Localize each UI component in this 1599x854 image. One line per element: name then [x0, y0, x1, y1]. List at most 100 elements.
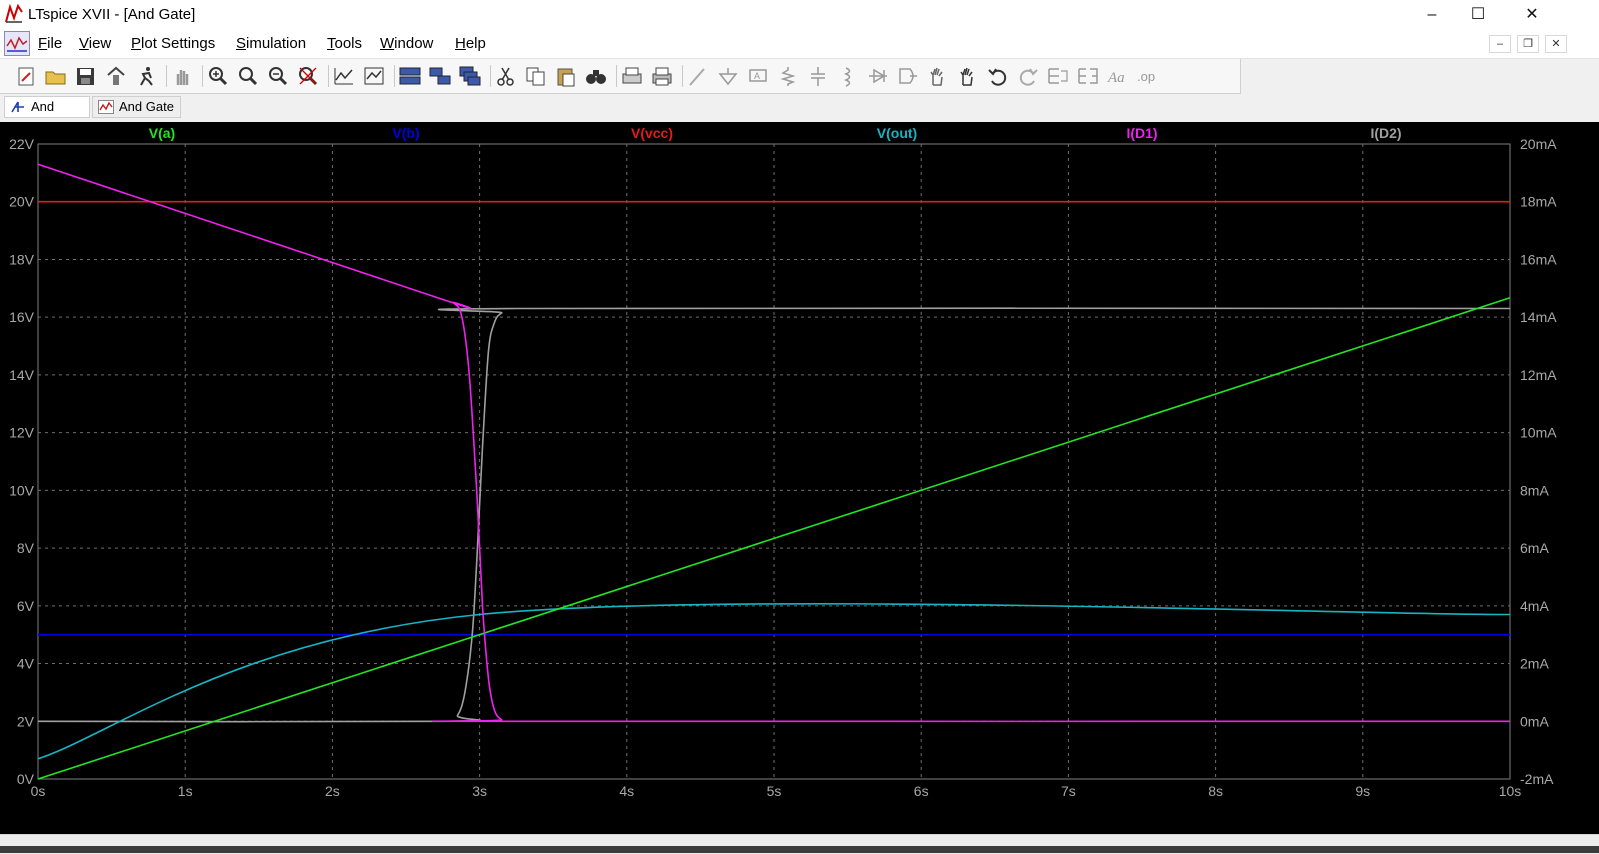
y-tick-label-right: 18mA [1520, 194, 1557, 210]
run-icon[interactable] [134, 65, 158, 87]
capacitor-icon[interactable] [806, 65, 830, 87]
x-tick-label: 7s [1061, 783, 1076, 799]
waveform-plot-pane[interactable]: 0s 1s 2s 3s 4s 5s 6s 7s 8s 9s 10s 0V 2V 4V 6V 8V 10V 12V 1… [0, 122, 1599, 834]
mirror-icon[interactable] [1076, 65, 1100, 87]
legend-entry: V(a) [149, 125, 175, 141]
document-tabs: And Gate And Gate [0, 94, 1599, 134]
menu-help[interactable]: Help [455, 35, 486, 52]
undo-icon[interactable] [986, 65, 1010, 87]
ground-icon[interactable] [716, 65, 740, 87]
minimize-button[interactable]: – [1409, 0, 1455, 30]
menu-file[interactable]: File [38, 35, 62, 52]
spice-directive-icon[interactable]: .op [1136, 65, 1160, 87]
paste-icon[interactable] [554, 65, 578, 87]
redo-icon[interactable] [1016, 65, 1040, 87]
x-tick-label: 5s [767, 783, 782, 799]
zoom-out-icon[interactable] [236, 65, 260, 87]
menu-view[interactable]: View [79, 35, 111, 52]
toolbar-separator [394, 65, 395, 87]
label-icon[interactable]: A [746, 65, 770, 87]
cut-icon[interactable] [494, 65, 518, 87]
cascade-icon[interactable] [458, 65, 482, 87]
new-schematic-icon[interactable] [14, 65, 38, 87]
drag-icon[interactable] [956, 65, 980, 87]
schematic-icon [10, 100, 26, 114]
trace-i-d1 [37, 163, 1511, 723]
y-tick-label-right: 10mA [1520, 425, 1557, 441]
menu-simulation[interactable]: Simulation [236, 35, 306, 52]
print-preview-icon[interactable] [620, 65, 644, 87]
halt-icon[interactable] [170, 65, 194, 87]
y-tick-label-left: 16V [9, 309, 35, 325]
y-tick-label-right: 4mA [1520, 598, 1549, 614]
svg-text:.op: .op [1137, 69, 1155, 84]
tab-waveform[interactable]: And Gate [92, 96, 181, 118]
component-icon[interactable] [896, 65, 920, 87]
tab-waveform-label: And Gate [119, 99, 174, 114]
waveform-icon [98, 100, 114, 114]
y-tick-label-left: 2V [17, 713, 35, 729]
taskbar-edge [0, 846, 1599, 853]
wire-icon[interactable] [686, 65, 710, 87]
tab-schematic[interactable]: And Gate [4, 96, 90, 134]
tile-vertical-icon[interactable] [428, 65, 452, 87]
tile-horizontal-icon[interactable] [398, 65, 422, 87]
maximize-button[interactable]: ☐ [1455, 0, 1501, 30]
x-tick-label: 9s [1355, 783, 1370, 799]
find-icon[interactable] [584, 65, 608, 87]
rotate-icon[interactable] [1046, 65, 1070, 87]
y-tick-label-right: 14mA [1520, 309, 1557, 325]
open-icon[interactable] [44, 65, 68, 87]
resistor-icon[interactable] [776, 65, 800, 87]
print-icon[interactable] [650, 65, 674, 87]
menu-bar: File View Plot Settings Simulation Tools… [0, 30, 1599, 59]
y-tick-label-left: 4V [17, 656, 35, 672]
copy-icon[interactable] [524, 65, 548, 87]
control-panel-icon[interactable] [104, 65, 128, 87]
y-tick-label-left: 20V [9, 194, 35, 210]
mdi-close-button[interactable]: ✕ [1545, 35, 1567, 53]
y-tick-label-right: 2mA [1520, 656, 1549, 672]
y-tick-label-right: 12mA [1520, 367, 1557, 383]
autorange-icon[interactable] [332, 65, 356, 87]
save-icon[interactable] [74, 65, 98, 87]
ltspice-logo-icon [4, 3, 24, 24]
diode-icon[interactable] [866, 65, 890, 87]
title-bar: LTspice XVII - [And Gate] – ☐ ✕ [0, 0, 1599, 30]
toolbar-separator [616, 65, 617, 87]
menu-tools[interactable]: Tools [327, 35, 362, 52]
y-tick-label-right: -2mA [1520, 771, 1554, 787]
window-title: LTspice XVII - [And Gate] [28, 6, 196, 23]
y-tick-label-right: 8mA [1520, 482, 1549, 498]
waveform-chart[interactable]: 0s 1s 2s 3s 4s 5s 6s 7s 8s 9s 10s0V2V4V6V8V10V12V1… [0, 122, 1599, 834]
zoom-in-icon[interactable] [206, 65, 230, 87]
y-tick-label-left: 10V [9, 482, 35, 498]
menu-window[interactable]: Window [380, 35, 433, 52]
menu-plot-settings[interactable]: Plot Settings [131, 35, 215, 52]
close-button[interactable]: ✕ [1509, 0, 1555, 30]
x-tick-label: 4s [619, 783, 634, 799]
zoom-back-icon[interactable] [266, 65, 290, 87]
legend-entry: V(b) [392, 125, 419, 141]
x-tick-label: 3s [472, 783, 487, 799]
zoom-fit-icon[interactable] [296, 65, 320, 87]
waveform-document-icon[interactable] [4, 31, 30, 56]
text-icon[interactable]: Aa [1106, 65, 1130, 87]
toolbar-separator [328, 65, 329, 87]
move-icon[interactable] [926, 65, 950, 87]
x-tick-label: 2s [325, 783, 340, 799]
inductor-icon[interactable] [836, 65, 860, 87]
pick-visible-traces-icon[interactable] [362, 65, 386, 87]
y-tick-label-right: 20mA [1520, 136, 1557, 152]
svg-text:Aa: Aa [1107, 70, 1125, 86]
y-tick-label-right: 0mA [1520, 713, 1549, 729]
mdi-restore-button[interactable]: ❐ [1517, 35, 1539, 53]
x-tick-label: 8s [1208, 783, 1223, 799]
legend-entry: I(D1) [1126, 125, 1157, 141]
y-tick-label-left: 14V [9, 367, 35, 383]
x-tick-label: 6s [914, 783, 929, 799]
y-tick-label-left: 8V [17, 540, 35, 556]
mdi-minimize-button[interactable]: – [1489, 35, 1511, 53]
svg-text:A: A [754, 71, 760, 81]
toolbar-separator [166, 65, 167, 87]
